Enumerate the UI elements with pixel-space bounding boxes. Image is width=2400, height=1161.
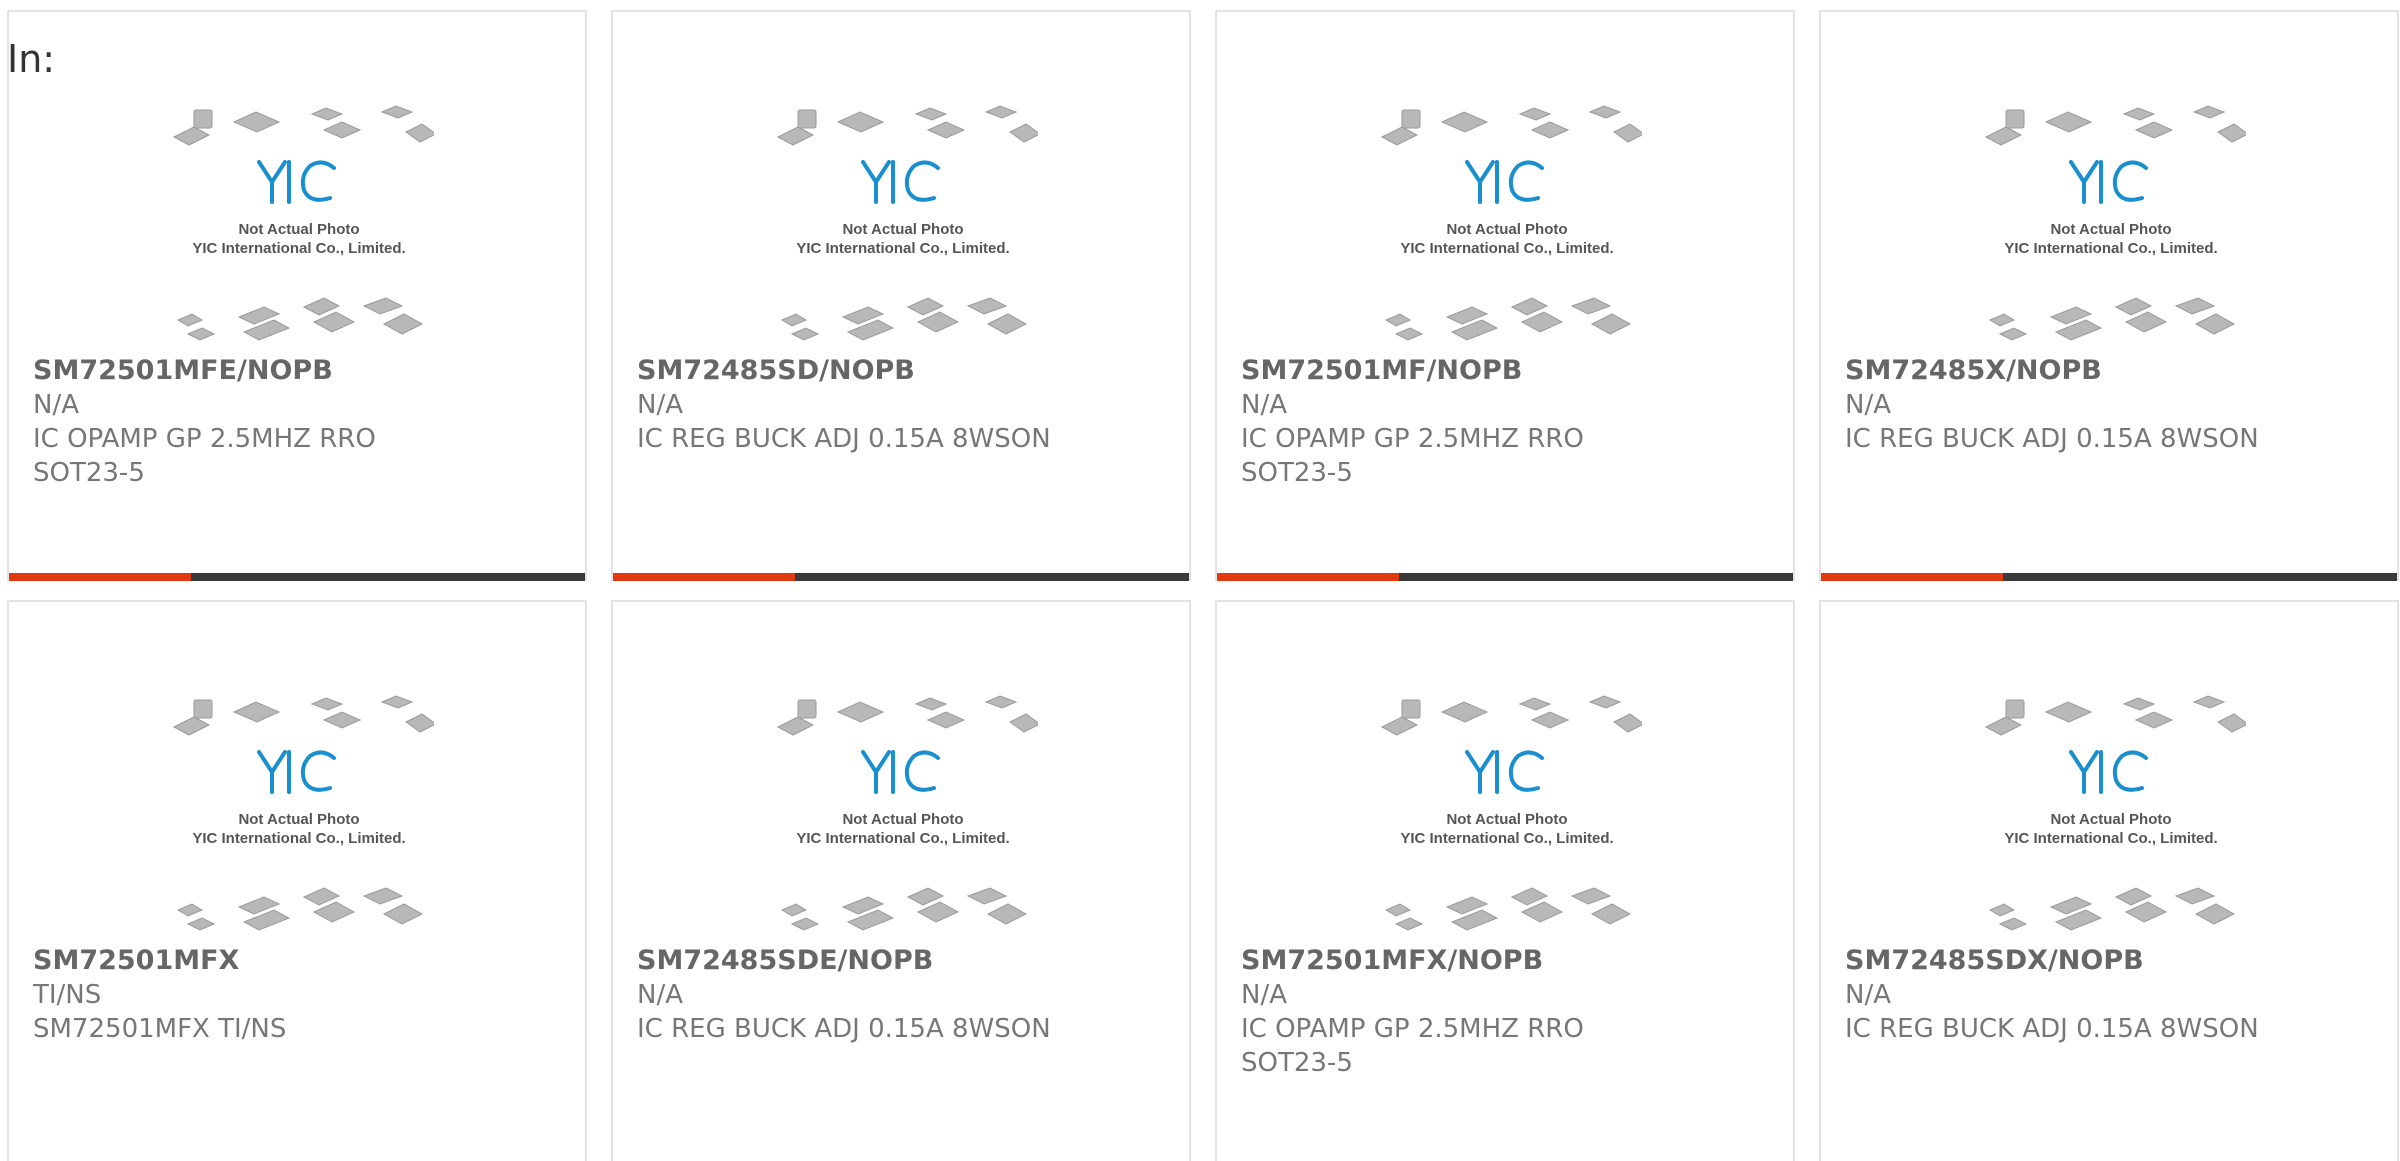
card-accent-bar <box>1821 573 2003 581</box>
in-label: In: <box>7 37 56 81</box>
product-maker: N/A <box>1845 980 1891 1010</box>
placeholder-caption-2: YIC International Co., Limited. <box>1400 830 1613 847</box>
product-card[interactable]: Not Actual Photo YIC International Co., L… <box>1215 10 1795 581</box>
placeholder-caption-2: YIC International Co., Limited. <box>192 240 405 257</box>
product-placeholder-image[interactable]: Not Actual Photo YIC International Co., L… <box>1372 102 1642 347</box>
product-part-number[interactable]: SM72485SDX/NOPB <box>1845 944 2377 978</box>
product-placeholder-image[interactable]: Not Actual Photo YIC International Co., L… <box>1372 692 1642 937</box>
product-part-number[interactable]: SM72501MF/NOPB <box>1241 354 1773 388</box>
product-maker: N/A <box>637 980 683 1010</box>
yic-logo-icon <box>2069 750 2148 794</box>
product-card[interactable]: Not Actual Photo YIC International Co., L… <box>7 600 587 1161</box>
placeholder-caption-2: YIC International Co., Limited. <box>192 830 405 847</box>
product-description: IC OPAMP GP 2.5MHZ RRO SOT23-5 <box>1241 1014 1584 1078</box>
yic-logo-icon <box>257 160 336 204</box>
product-description: IC REG BUCK ADJ 0.15A 8WSON <box>1845 1014 2259 1044</box>
product-placeholder-image[interactable]: Not Actual Photo YIC International Co., L… <box>164 692 434 937</box>
placeholder-caption-1: Not Actual Photo <box>2050 221 2171 238</box>
product-maker: N/A <box>1845 390 1891 420</box>
product-placeholder-image[interactable]: Not Actual Photo YIC International Co., L… <box>768 102 1038 347</box>
product-description: IC REG BUCK ADJ 0.15A 8WSON <box>637 1014 1051 1044</box>
yic-logo-icon <box>257 750 336 794</box>
placeholder-caption-2: YIC International Co., Limited. <box>796 830 1009 847</box>
card-bottom-bar <box>1217 573 1793 581</box>
placeholder-caption-2: YIC International Co., Limited. <box>2004 240 2217 257</box>
card-bottom-bar <box>613 573 1189 581</box>
card-accent-bar <box>1217 573 1399 581</box>
product-card[interactable]: Not Actual Photo YIC International Co., L… <box>611 10 1191 581</box>
product-part-number[interactable]: SM72485X/NOPB <box>1845 354 2377 388</box>
product-description: IC REG BUCK ADJ 0.15A 8WSON <box>1845 424 2259 454</box>
yic-logo-icon <box>861 750 940 794</box>
product-card[interactable]: Not Actual Photo YIC International Co., L… <box>1819 10 2399 581</box>
product-description: IC OPAMP GP 2.5MHZ RRO SOT23-5 <box>1241 424 1584 488</box>
product-placeholder-image[interactable]: Not Actual Photo YIC International Co., L… <box>1976 102 2246 347</box>
product-maker: N/A <box>1241 390 1287 420</box>
product-description: IC OPAMP GP 2.5MHZ RRO SOT23-5 <box>33 424 376 488</box>
placeholder-caption-1: Not Actual Photo <box>238 811 359 828</box>
product-part-number[interactable]: SM72485SD/NOPB <box>637 354 1169 388</box>
placeholder-caption-2: YIC International Co., Limited. <box>796 240 1009 257</box>
placeholder-caption-1: Not Actual Photo <box>842 221 963 238</box>
product-part-number[interactable]: SM72485SDE/NOPB <box>637 944 1169 978</box>
yic-logo-icon <box>1465 750 1544 794</box>
product-part-number[interactable]: SM72501MFX <box>33 944 565 978</box>
product-placeholder-image[interactable]: Not Actual Photo YIC International Co., L… <box>164 102 434 347</box>
placeholder-caption-1: Not Actual Photo <box>1446 811 1567 828</box>
product-maker: N/A <box>1241 980 1287 1010</box>
card-accent-bar <box>9 573 191 581</box>
placeholder-caption-1: Not Actual Photo <box>238 221 359 238</box>
product-placeholder-image[interactable]: Not Actual Photo YIC International Co., L… <box>768 692 1038 937</box>
card-bottom-bar <box>1821 573 2397 581</box>
card-accent-bar <box>613 573 795 581</box>
product-card[interactable]: Not Actual Photo YIC International Co., L… <box>1819 600 2399 1161</box>
placeholder-caption-2: YIC International Co., Limited. <box>1400 240 1613 257</box>
product-part-number[interactable]: SM72501MFE/NOPB <box>33 354 565 388</box>
product-maker: TI/NS <box>33 980 102 1010</box>
product-maker: N/A <box>637 390 683 420</box>
yic-logo-icon <box>2069 160 2148 204</box>
product-description: SM72501MFX TI/NS <box>33 1014 287 1044</box>
product-part-number[interactable]: SM72501MFX/NOPB <box>1241 944 1773 978</box>
product-card[interactable]: Not Actual Photo YIC International Co., L… <box>611 600 1191 1161</box>
product-card[interactable]: Not Actual Photo YIC International Co., L… <box>1215 600 1795 1161</box>
yic-logo-icon <box>861 160 940 204</box>
placeholder-caption-1: Not Actual Photo <box>842 811 963 828</box>
placeholder-caption-2: YIC International Co., Limited. <box>2004 830 2217 847</box>
product-maker: N/A <box>33 390 79 420</box>
placeholder-caption-1: Not Actual Photo <box>1446 221 1567 238</box>
yic-logo-icon <box>1465 160 1544 204</box>
product-description: IC REG BUCK ADJ 0.15A 8WSON <box>637 424 1051 454</box>
product-card[interactable]: Not Actual Photo YIC International Co., L… <box>7 10 587 581</box>
card-bottom-bar <box>9 573 585 581</box>
placeholder-caption-1: Not Actual Photo <box>2050 811 2171 828</box>
product-placeholder-image[interactable]: Not Actual Photo YIC International Co., L… <box>1976 692 2246 937</box>
